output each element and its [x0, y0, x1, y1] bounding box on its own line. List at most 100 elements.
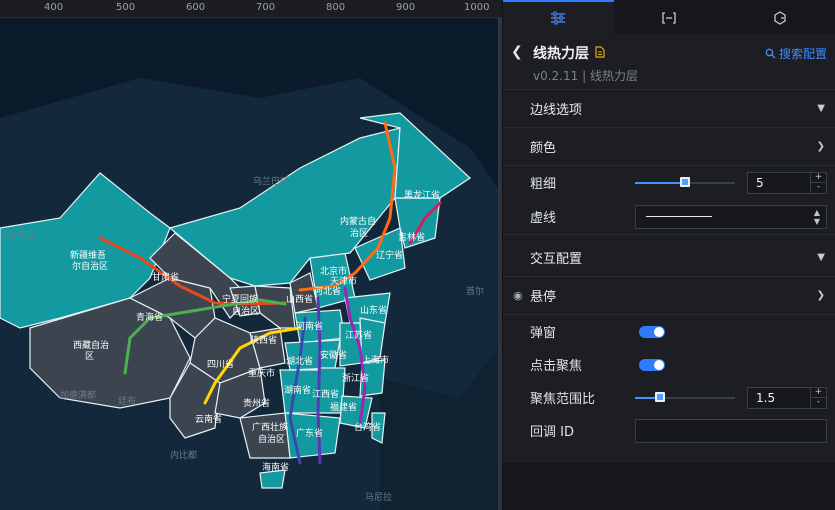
version-text: v0.2.11 | 线热力层	[533, 69, 638, 83]
ruler-tick: 400	[44, 2, 64, 13]
thickness-stepper[interactable]: + -	[810, 172, 826, 193]
label-inner-mongolia: 内蒙古自	[340, 215, 376, 227]
section-edge-options[interactable]: 边线选项 ▼	[503, 90, 835, 128]
label-yunnan: 云南省	[195, 413, 222, 425]
sliders-icon	[551, 11, 566, 25]
focus-range-input[interactable]: 1.5 + -	[747, 386, 827, 409]
label-xinjiang-2: 尔自治区	[72, 260, 108, 272]
decrement-icon[interactable]: -	[811, 398, 826, 408]
toggle-knob	[654, 326, 664, 337]
label-kathmandu: 加德满都	[60, 389, 96, 401]
label-zhejiang: 浙江省	[342, 372, 369, 384]
horizontal-ruler: 400 500 600 700 800 900 1000	[0, 0, 502, 18]
tab-interaction[interactable]	[724, 0, 835, 34]
china-map[interactable]: 新疆维吾 尔自治区 西藏自治 区 青海省 甘肃省 宁夏回族 自治区 四川省 云南…	[0, 18, 498, 510]
label-chongqing: 重庆市	[248, 367, 275, 379]
thickness-input[interactable]: 5 + -	[747, 171, 827, 194]
thickness-slider-thumb[interactable]	[680, 176, 690, 187]
callback-id-label: 回调 ID	[530, 425, 574, 440]
section-interaction-label: 交互配置	[530, 252, 583, 267]
decrement-icon[interactable]: -	[811, 183, 826, 193]
label-hainan: 海南省	[262, 461, 289, 473]
chevron-right-icon: ❯	[816, 141, 825, 152]
select-arrows-icon: ▲ ▼	[813, 207, 820, 226]
label-liaoning: 辽宁省	[376, 249, 403, 261]
label-taiwan: 台湾省	[354, 421, 381, 433]
back-chevron-icon[interactable]: ❮	[511, 44, 525, 60]
section-color[interactable]: 颜色 ❯	[503, 128, 835, 166]
label-hubei: 湖北省	[286, 355, 313, 367]
component-title: 线热力层	[533, 46, 589, 62]
label-henan: 河南省	[296, 320, 323, 332]
search-config-label: 搜索配置	[778, 47, 827, 61]
label-xinjiang: 新疆维吾	[70, 249, 106, 261]
callback-id-row: 回调 ID	[503, 414, 835, 447]
label-inner-mongolia-2: 治区	[350, 227, 368, 239]
thickness-slider-fill	[635, 181, 685, 184]
section-edge-options-label: 边线选项	[530, 103, 583, 118]
callback-id-input[interactable]	[635, 418, 827, 443]
label-beijing: 北京市	[320, 265, 347, 277]
label-ulaanbaatar: 乌兰巴托	[253, 175, 289, 187]
bracket-icon	[662, 12, 676, 24]
label-guangxi: 广西壮族	[252, 421, 288, 433]
label-manila: 马尼拉	[365, 491, 392, 503]
label-sichuan: 四川省	[207, 358, 234, 370]
focus-range-value[interactable]: 1.5	[748, 391, 810, 405]
tab-data[interactable]	[614, 0, 725, 34]
map-canvas[interactable]: 400 500 600 700 800 900 1000 新疆维吾 尔自治区 西…	[0, 0, 502, 510]
label-tibet-2: 区	[85, 351, 94, 362]
focus-range-slider-thumb[interactable]	[655, 391, 665, 402]
label-guangxi-2: 自治区	[258, 433, 285, 445]
focus-range-slider[interactable]	[635, 391, 735, 402]
label-thimphu: 廷布	[118, 395, 136, 407]
focus-range-label: 聚焦范围比	[530, 392, 596, 407]
ruler-tick: 1000	[464, 2, 490, 13]
label-jiangxi: 江西省	[312, 388, 339, 400]
thickness-label: 粗细	[530, 177, 557, 192]
focus-range-stepper[interactable]: + -	[810, 387, 826, 408]
label-shandong: 山东省	[360, 304, 387, 316]
tab-style[interactable]	[503, 0, 614, 34]
label-ningxia-2: 自治区	[232, 305, 259, 317]
config-panel: ❮ 线热力层 搜索配置 v0.2.11 | 线热力层 边线选项 ▼ 颜色 ❯ 粗…	[503, 0, 835, 510]
section-color-label: 颜色	[530, 141, 557, 156]
label-fujian: 福建省	[330, 401, 357, 413]
focus-range-row: 聚焦范围比 1.5 + -	[503, 381, 835, 414]
canvas-scrollbar[interactable]	[498, 18, 502, 510]
click-focus-toggle[interactable]	[639, 358, 665, 371]
toggle-knob	[654, 359, 664, 370]
section-hover[interactable]: ◉ 悬停 ❯	[503, 277, 835, 315]
chevron-right-icon: ❯	[816, 290, 825, 301]
popup-row: 弹窗	[503, 315, 835, 348]
label-jilin: 吉林省	[398, 231, 425, 243]
ruler-tick: 900	[396, 2, 416, 13]
section-interaction[interactable]: 交互配置 ▼	[503, 239, 835, 277]
ruler-tick: 500	[116, 2, 136, 13]
label-shanghai: 上海市	[362, 354, 389, 366]
label-guizhou: 贵州省	[243, 397, 270, 409]
label-heilongjiang: 黑龙江省	[404, 189, 440, 201]
panel-header: ❮ 线热力层 搜索配置 v0.2.11 | 线热力层	[503, 34, 835, 90]
panel-footer-area	[503, 463, 835, 510]
thickness-row: 粗细 5 + -	[503, 166, 835, 199]
section-hover-label: 悬停	[530, 290, 557, 305]
label-shaanxi: 陕西省	[250, 334, 277, 346]
popup-label: 弹窗	[530, 326, 557, 341]
chevron-down-icon: ▼	[817, 103, 825, 114]
refresh-icon	[774, 11, 786, 25]
label-jiangsu: 江苏省	[345, 329, 372, 341]
dash-select[interactable]: ▲ ▼	[635, 204, 827, 229]
search-config-button[interactable]: 搜索配置	[765, 45, 827, 62]
dash-row: 虚线 ▲ ▼	[503, 199, 835, 235]
label-tibet: 西藏自治	[73, 339, 109, 351]
thickness-value[interactable]: 5	[748, 176, 810, 190]
eye-icon[interactable]: ◉	[513, 289, 523, 302]
click-focus-row: 点击聚焦	[503, 348, 835, 381]
ruler-tick: 700	[256, 2, 276, 13]
thickness-slider[interactable]	[635, 176, 735, 187]
popup-toggle[interactable]	[639, 325, 665, 338]
chevron-down-icon: ▼	[817, 252, 825, 263]
document-icon[interactable]	[595, 46, 605, 58]
label-anhui: 安徽省	[320, 349, 347, 361]
